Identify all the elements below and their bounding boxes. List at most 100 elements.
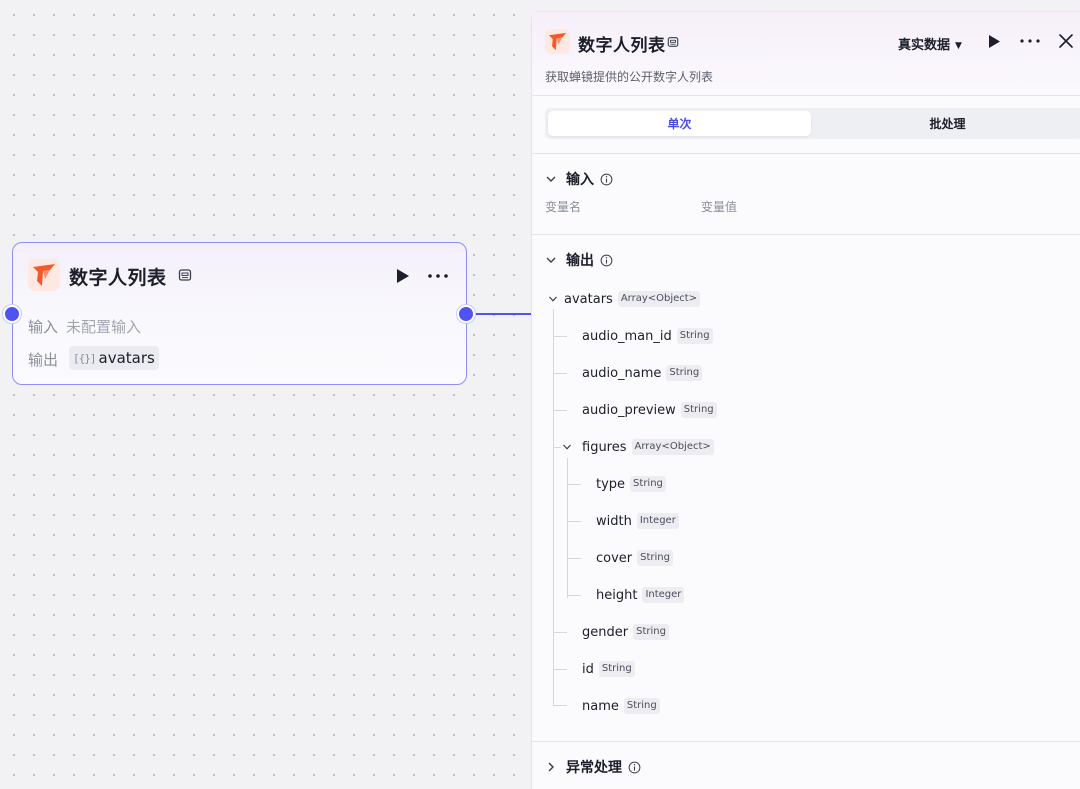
input-section-title: 输入	[566, 172, 594, 188]
field-name: audio_man_id	[582, 328, 672, 344]
tree-guide-line	[553, 309, 554, 705]
tree-node-avatars[interactable]: avatars Array<Object>	[548, 290, 701, 308]
tree-guide-line	[553, 447, 561, 448]
field-name: type	[596, 476, 626, 492]
output-section-header[interactable]: 输出	[545, 250, 613, 270]
panel-description: 获取蝉镜提供的公开数字人列表	[545, 70, 714, 84]
workflow-node[interactable]: 数字人列表 输入 未配置输入 输出 [{}] avatars	[12, 242, 467, 385]
close-icon[interactable]	[1058, 33, 1074, 49]
data-source-select[interactable]: 真实数据 ▼	[898, 34, 962, 53]
output-port[interactable]	[457, 305, 475, 323]
field-name: cover	[596, 550, 633, 566]
field-type: Integer	[642, 587, 685, 603]
node-output-label-row: 输出	[28, 349, 58, 370]
tree-leaf: id String	[582, 660, 635, 678]
field-type: String	[637, 550, 673, 566]
tree-node-figures[interactable]: figures Array<Object>	[562, 438, 714, 456]
tree-leaf: cover String	[596, 549, 673, 567]
tree-guide-line	[567, 558, 581, 559]
node-detail-panel: 数字人列表 真实数据 ▼ 获取蝉镜提供的公开数字人列表 单次 批处理 输入 变量名	[531, 11, 1080, 789]
play-icon[interactable]	[987, 34, 1001, 49]
field-type: String	[633, 624, 669, 640]
tree-leaf: audio_preview String	[582, 401, 717, 419]
tree-leaf: width Integer	[596, 512, 679, 530]
data-source-label: 真实数据	[898, 38, 951, 53]
chevron-down-icon	[546, 257, 556, 263]
chevron-down-icon	[546, 176, 556, 182]
panel-header: 数字人列表 真实数据 ▼ 获取蝉镜提供的公开数字人列表	[532, 12, 1080, 96]
tree-guide-line	[553, 373, 567, 374]
tree-leaf: gender String	[582, 623, 669, 641]
input-section-header[interactable]: 输入	[545, 169, 613, 189]
tree-leaf: audio_man_id String	[582, 327, 713, 345]
divider	[532, 741, 1080, 742]
node-output-tag: [{}] avatars	[69, 346, 159, 370]
tab-group: 单次 批处理	[545, 108, 1080, 139]
chevron-right-icon	[548, 762, 554, 772]
array-object-icon: [{}]	[73, 351, 96, 365]
api-badge-icon	[667, 37, 679, 47]
field-name: audio_preview	[582, 402, 676, 418]
tree-leaf: audio_name String	[582, 364, 703, 382]
error-section-title: 异常处理	[566, 760, 622, 776]
tree-guide-line	[553, 410, 567, 411]
tree-guide-line	[567, 484, 581, 485]
node-title: 数字人列表	[69, 267, 167, 289]
chevron-down-icon	[563, 444, 571, 450]
field-type: String	[680, 402, 717, 418]
tree-guide-line	[567, 458, 568, 598]
tree-guide-line	[553, 632, 567, 633]
info-icon[interactable]	[628, 761, 641, 774]
tree-guide-line	[553, 669, 567, 670]
run-mode-tabs: 单次 批处理	[532, 96, 1080, 154]
connection-edge	[476, 313, 534, 315]
tree-leaf: type String	[596, 475, 666, 493]
tree-leaf: height Integer	[596, 586, 685, 604]
tab-single[interactable]: 单次	[548, 111, 811, 136]
input-port[interactable]	[3, 305, 21, 323]
field-type: Array<Object>	[617, 291, 701, 307]
field-name: avatars	[564, 291, 613, 307]
node-input-value: 未配置输入	[66, 318, 142, 336]
more-icon[interactable]	[426, 265, 450, 287]
field-name: name	[582, 698, 619, 714]
tree-guide-line	[567, 521, 581, 522]
node-output-label: 输出	[28, 351, 59, 369]
play-icon[interactable]	[393, 267, 411, 285]
info-icon[interactable]	[600, 254, 613, 267]
tree-guide-line	[553, 705, 567, 706]
logo-icon	[545, 29, 570, 54]
field-type: Integer	[636, 513, 679, 529]
divider	[532, 234, 1080, 235]
more-icon[interactable]	[1019, 33, 1041, 49]
info-icon[interactable]	[600, 173, 613, 186]
field-type: String	[676, 328, 713, 344]
node-input-row: 输入 未配置输入	[28, 316, 141, 337]
tab-batch[interactable]: 批处理	[815, 111, 1080, 136]
error-section-header[interactable]: 异常处理	[545, 757, 641, 777]
tree-guide-line	[567, 595, 581, 596]
field-name: id	[582, 661, 594, 677]
node-input-label: 输入	[28, 318, 59, 336]
column-header-value: 变量值	[701, 200, 738, 214]
field-name: figures	[582, 439, 627, 455]
field-name: height	[596, 587, 638, 603]
field-name: audio_name	[582, 365, 662, 381]
chevron-down-icon	[549, 296, 557, 302]
field-type: String	[630, 476, 666, 492]
field-name: gender	[582, 624, 629, 640]
field-type: String	[666, 365, 703, 381]
field-type: String	[598, 661, 635, 677]
field-name: width	[596, 513, 632, 529]
caret-down-icon: ▼	[955, 41, 962, 51]
logo-icon	[28, 259, 60, 291]
api-badge-icon	[178, 269, 192, 281]
tree-leaf: name String	[582, 697, 660, 715]
column-header-name: 变量名	[545, 200, 582, 214]
field-type: Array<Object>	[631, 439, 714, 455]
tree-guide-line	[553, 336, 567, 337]
field-type: String	[623, 698, 660, 714]
output-section-title: 输出	[566, 253, 594, 269]
node-output-value: avatars	[98, 349, 155, 367]
panel-title: 数字人列表	[578, 36, 666, 56]
